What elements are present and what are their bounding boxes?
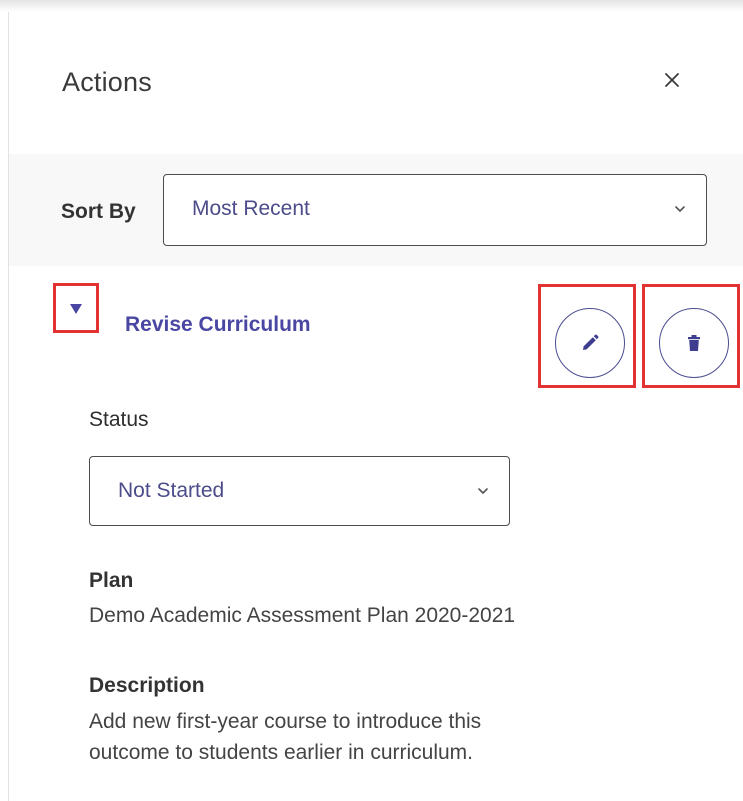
- plan-value: Demo Academic Assessment Plan 2020-2021: [89, 604, 516, 627]
- expand-toggle[interactable]: [53, 283, 99, 333]
- description-heading: Description: [89, 674, 205, 697]
- chevron-down-icon: [478, 488, 488, 494]
- description-line-1: Add new first-year course to introduce t…: [89, 710, 482, 733]
- chevron-down-icon: [675, 206, 685, 212]
- description-line-2: outcome to students earlier in curriculu…: [89, 741, 473, 764]
- plan-heading: Plan: [89, 569, 134, 592]
- action-title[interactable]: Revise Curriculum: [125, 313, 311, 337]
- sort-select[interactable]: Most Recent: [163, 174, 707, 246]
- sort-bar: Sort By Most Recent: [9, 154, 743, 266]
- edit-button[interactable]: [555, 308, 625, 378]
- actions-panel: Actions Sort By Most Recent Revise Curri…: [0, 0, 743, 801]
- status-label: Status: [89, 408, 149, 431]
- panel-title: Actions: [62, 67, 152, 97]
- delete-button[interactable]: [659, 308, 729, 378]
- caret-down-icon: [70, 304, 82, 314]
- status-select[interactable]: Not Started: [89, 456, 510, 526]
- edit-highlight: [538, 284, 636, 388]
- sort-select-value: Most Recent: [192, 197, 310, 220]
- pencil-icon: [583, 334, 599, 350]
- sort-by-label: Sort By: [61, 200, 136, 223]
- top-shadow: [0, 0, 743, 12]
- close-button[interactable]: [660, 68, 684, 92]
- trash-icon: [688, 335, 700, 351]
- status-select-value: Not Started: [118, 479, 225, 502]
- delete-highlight: [642, 284, 740, 388]
- close-icon: [665, 73, 679, 87]
- panel-header: Actions: [9, 12, 743, 154]
- action-item: Revise Curriculum Status Not Started Pla…: [9, 266, 743, 801]
